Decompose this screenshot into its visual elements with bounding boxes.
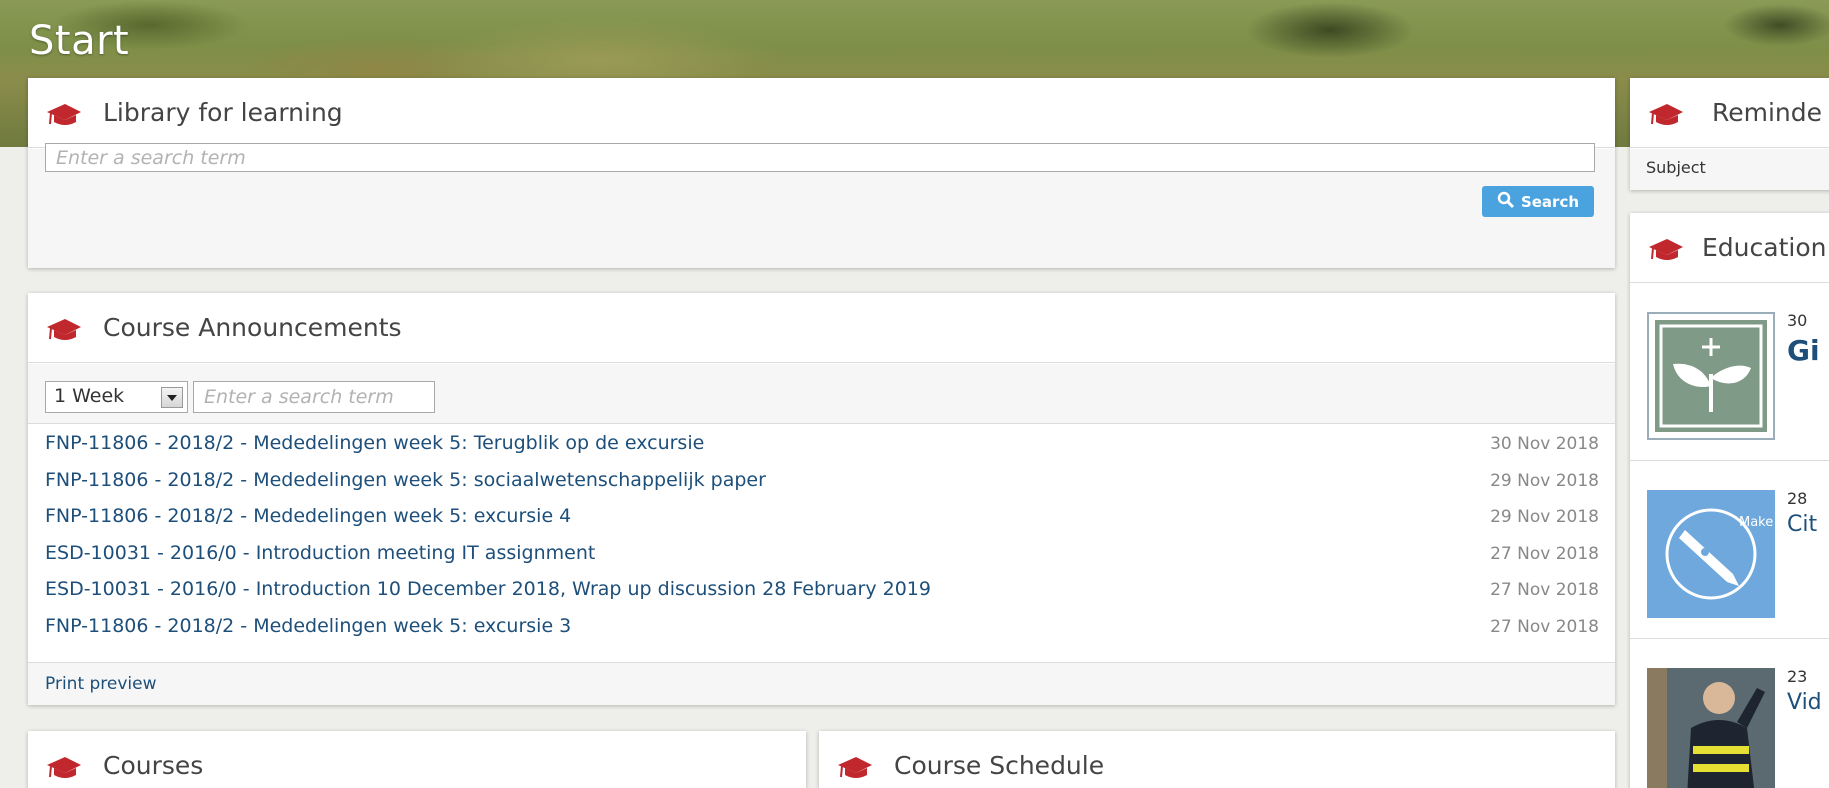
announcement-link[interactable]: FNP-11806 - 2018/2 - Mededelingen week 5… (45, 432, 704, 454)
announcement-link[interactable]: FNP-11806 - 2018/2 - Mededelingen week 5… (45, 505, 571, 527)
library-panel-header: Library for learning (28, 78, 1615, 148)
announcement-date: 27 Nov 2018 (1490, 616, 1599, 637)
library-search-button[interactable]: Search (1482, 186, 1594, 217)
photo-thumbnail (1647, 668, 1775, 788)
schedule-panel: Course Schedule (819, 731, 1615, 788)
library-panel: Library for learning Search (28, 78, 1615, 268)
announcement-link[interactable]: FNP-11806 - 2018/2 - Mededelingen week 5… (45, 469, 766, 491)
graduation-cap-icon (45, 315, 83, 343)
announcements-search-input[interactable] (193, 381, 435, 413)
graduation-cap-icon (1647, 100, 1685, 128)
announcements-panel: Course Announcements 1 Week FNP-11806 - … (28, 293, 1615, 705)
thumb-caption: Make your writing work (1739, 515, 1775, 530)
list-item: ESD-10031 - 2016/0 - Introduction meetin… (28, 535, 1615, 572)
announcement-link[interactable]: FNP-11806 - 2018/2 - Mededelingen week 5… (45, 615, 571, 637)
print-preview-link[interactable]: Print preview (45, 674, 157, 694)
search-button-label: Search (1520, 192, 1580, 211)
list-item: FNP-11806 - 2018/2 - Mededelingen week 5… (28, 425, 1615, 462)
announcement-date: 29 Nov 2018 (1490, 470, 1599, 491)
reminders-panel: Reminde Subject (1630, 78, 1829, 190)
announcement-date: 30 Nov 2018 (1490, 434, 1599, 454)
magnifier-icon (1497, 191, 1515, 213)
list-item: FNP-11806 - 2018/2 - Mededelingen week 5… (28, 608, 1615, 645)
graduation-cap-icon (45, 753, 83, 781)
courses-panel-header: Courses (28, 731, 806, 788)
courses-panel: Courses (28, 731, 806, 788)
item-title[interactable]: Cit (1787, 512, 1817, 537)
item-day: 30 (1787, 311, 1808, 330)
list-item: FNP-11806 - 2018/2 - Mededelingen week 5… (28, 462, 1615, 499)
list-item: ESD-10031 - 2016/0 - Introduction 10 Dec… (28, 571, 1615, 608)
item-title[interactable]: Gi (1787, 334, 1820, 367)
list-item[interactable]: 30 Gi (1630, 284, 1829, 461)
graduation-cap-icon (45, 100, 83, 128)
schedule-title: Course Schedule (894, 751, 1105, 780)
announcements-toolbar: 1 Week (28, 364, 1615, 424)
announcement-link[interactable]: ESD-10031 - 2016/0 - Introduction 10 Dec… (45, 578, 931, 600)
item-day: 23 (1787, 667, 1808, 686)
graduation-cap-icon (1647, 235, 1685, 263)
education-title: Education (1702, 233, 1827, 262)
list-item: FNP-11806 - 2018/2 - Mededelingen week 5… (28, 498, 1615, 535)
item-day: 28 (1787, 489, 1808, 508)
chevron-down-icon[interactable] (161, 387, 183, 408)
period-select[interactable]: 1 Week (45, 381, 188, 413)
announcement-date: 29 Nov 2018 (1490, 507, 1599, 527)
graduation-cap-icon (836, 753, 874, 781)
subject-column-header[interactable]: Subject (1630, 149, 1829, 190)
item-title[interactable]: Vid (1787, 690, 1822, 715)
announcements-panel-header: Course Announcements (28, 293, 1615, 363)
subject-label: Subject (1646, 158, 1706, 177)
announcement-date: 27 Nov 2018 (1490, 543, 1599, 564)
list-item[interactable]: 23 Vid (1630, 640, 1829, 788)
education-panel: Education 30 Gi Make 28 Cit 23 Vid (1630, 213, 1829, 788)
plant-icon (1647, 312, 1775, 440)
reminders-title: Reminde (1712, 98, 1823, 127)
pen-icon: Make your writing work (1647, 490, 1829, 618)
announcements-footer: Print preview (28, 662, 1615, 705)
library-title: Library for learning (103, 98, 343, 127)
period-select-value: 1 Week (54, 385, 125, 407)
education-panel-header: Education (1630, 213, 1829, 283)
page-title: Start (29, 18, 130, 64)
announcements-title: Course Announcements (103, 313, 402, 342)
reminders-panel-header: Reminde (1630, 78, 1829, 148)
announcement-date: 27 Nov 2018 (1490, 580, 1599, 600)
announcement-link[interactable]: ESD-10031 - 2016/0 - Introduction meetin… (45, 542, 595, 564)
courses-title: Courses (103, 751, 204, 780)
schedule-panel-header: Course Schedule (819, 731, 1615, 788)
announcement-list: FNP-11806 - 2018/2 - Mededelingen week 5… (28, 425, 1615, 644)
library-search-input[interactable] (45, 143, 1595, 172)
list-item[interactable]: Make your writing work 28 Cit (1630, 462, 1829, 639)
